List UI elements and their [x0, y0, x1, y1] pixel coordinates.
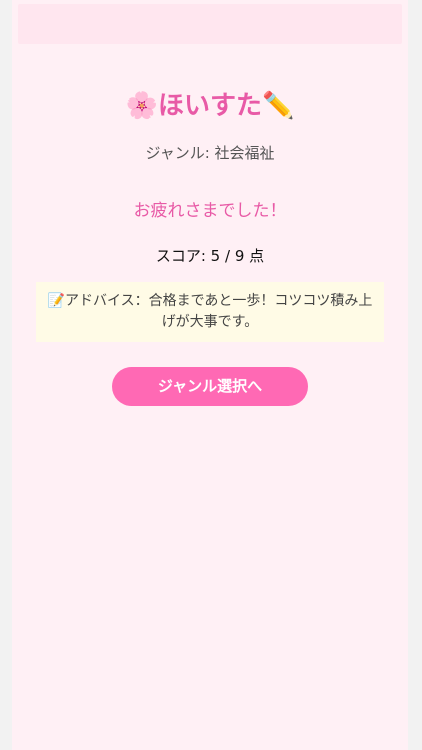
result-card: 🌸ほいすた✏️ ジャンル: 社会福祉 お疲れさまでした！ スコア: 5 / 9 … — [12, 0, 408, 750]
top-bar — [18, 4, 402, 44]
score-text: スコア: 5 / 9 点 — [155, 247, 265, 265]
pencil-icon: ✏️ — [262, 91, 295, 121]
cherry-blossom-icon: 🌸 — [125, 91, 158, 121]
advice-box: 📝アドバイス：合格まであと一歩！コツコツ積み上げが大事です。 — [36, 282, 384, 342]
thanks-message: お疲れさまでした！ — [133, 201, 287, 221]
genre-label: ジャンル: 社会福祉 — [145, 144, 275, 162]
page-title: 🌸ほいすた✏️ — [12, 88, 408, 124]
back-to-genre-button[interactable]: ジャンル選択へ — [112, 367, 308, 406]
app-title-text: ほいすた — [157, 91, 262, 121]
memo-icon: 📝 — [47, 293, 65, 309]
advice-text: アドバイス：合格まであと一歩！コツコツ積み上げが大事です。 — [64, 293, 373, 330]
